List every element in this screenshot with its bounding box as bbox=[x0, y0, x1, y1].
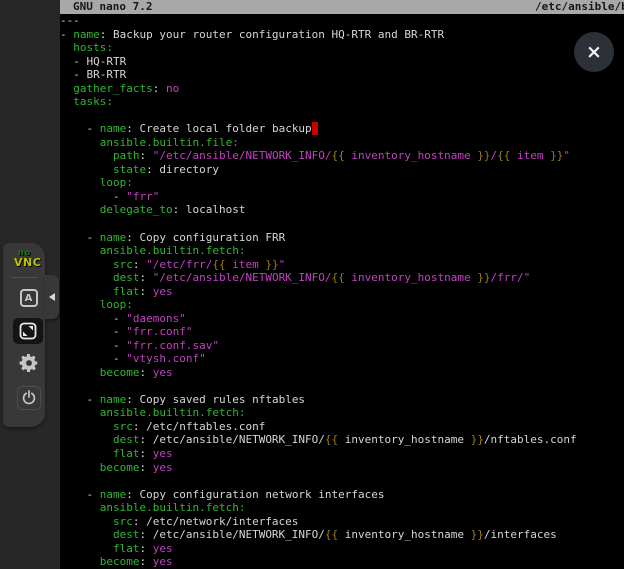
code-line: ansible.builtin.fetch: bbox=[60, 244, 624, 258]
code-line: become: yes bbox=[60, 366, 624, 380]
gear-icon bbox=[18, 352, 40, 374]
code-line: dest: /etc/ansible/NETWORK_INFO/{{ inven… bbox=[60, 433, 624, 447]
novnc-page: { "window": { "app_title": "GNU nano 7.2… bbox=[0, 0, 624, 569]
code-line: - BR-RTR bbox=[60, 68, 624, 82]
editor-content[interactable]: ---- name: Backup your router configurat… bbox=[60, 14, 624, 569]
code-line: - HQ-RTR bbox=[60, 55, 624, 69]
code-line: tasks: bbox=[60, 95, 624, 109]
code-line: - name: Copy saved rules nftables bbox=[60, 393, 624, 407]
code-line: ansible.builtin.file: bbox=[60, 136, 624, 150]
code-line: - name: Copy configuration network inter… bbox=[60, 488, 624, 502]
keyboard-key-icon: A bbox=[20, 289, 38, 307]
code-line: delegate_to: localhost bbox=[60, 203, 624, 217]
code-line: ansible.builtin.fetch: bbox=[60, 501, 624, 515]
code-line bbox=[60, 109, 624, 123]
power-button-frame bbox=[17, 386, 41, 410]
nano-app-title: GNU nano 7.2 bbox=[73, 0, 152, 14]
code-line: - name: Copy configuration FRR bbox=[60, 231, 624, 245]
code-line: become: yes bbox=[60, 555, 624, 569]
novnc-logo: no VNC bbox=[14, 249, 41, 268]
code-line: - name: Create local folder backup bbox=[60, 122, 624, 136]
code-line: - name: Backup your router configuration… bbox=[60, 28, 624, 42]
code-line: hosts: bbox=[60, 41, 624, 55]
code-line: src: /etc/network/interfaces bbox=[60, 515, 624, 529]
fullscreen-button[interactable] bbox=[13, 318, 43, 344]
code-line: dest: "/etc/ansible/NETWORK_INFO/{{ inve… bbox=[60, 271, 624, 285]
close-button[interactable]: × bbox=[574, 32, 614, 72]
logo-separator bbox=[11, 277, 38, 278]
code-line: flat: yes bbox=[60, 285, 624, 299]
code-line: - "frr.conf" bbox=[60, 325, 624, 339]
disconnect-button[interactable] bbox=[15, 385, 42, 411]
code-line: src: /etc/nftables.conf bbox=[60, 420, 624, 434]
nano-titlebar: GNU nano 7.2 /etc/ansible/ba bbox=[60, 0, 624, 14]
code-line bbox=[60, 474, 624, 488]
code-line: loop: bbox=[60, 298, 624, 312]
code-line: gather_facts: no bbox=[60, 82, 624, 96]
code-line: - "frr.conf.sav" bbox=[60, 339, 624, 353]
novnc-control-bar: no VNC A bbox=[3, 243, 45, 427]
close-icon: × bbox=[586, 43, 602, 62]
code-line: state: directory bbox=[60, 163, 624, 177]
control-bar-handle[interactable] bbox=[44, 275, 59, 319]
code-line: path: "/etc/ansible/NETWORK_INFO/{{ inve… bbox=[60, 149, 624, 163]
nano-file-path: /etc/ansible/ba bbox=[535, 0, 624, 14]
power-icon bbox=[21, 390, 37, 406]
settings-button[interactable] bbox=[15, 350, 42, 376]
code-line: - "daemons" bbox=[60, 312, 624, 326]
code-line bbox=[60, 379, 624, 393]
code-line: become: yes bbox=[60, 461, 624, 475]
code-line: dest: /etc/ansible/NETWORK_INFO/{{ inven… bbox=[60, 528, 624, 542]
code-line: flat: yes bbox=[60, 447, 624, 461]
text-cursor bbox=[312, 122, 319, 135]
code-line: ansible.builtin.fetch: bbox=[60, 406, 624, 420]
code-line: - "vtysh.conf" bbox=[60, 352, 624, 366]
code-line: src: "/etc/frr/{{ item }}" bbox=[60, 258, 624, 272]
fullscreen-icon bbox=[19, 322, 37, 340]
code-line: loop: bbox=[60, 176, 624, 190]
code-line: flat: yes bbox=[60, 542, 624, 556]
novnc-logo-vnc: VNC bbox=[14, 257, 41, 268]
extra-keys-button[interactable]: A bbox=[15, 285, 42, 311]
terminal-screen: GNU nano 7.2 /etc/ansible/ba ---- name: … bbox=[60, 0, 624, 569]
code-line: --- bbox=[60, 14, 624, 28]
code-line: - "frr" bbox=[60, 190, 624, 204]
collapse-arrow-icon bbox=[49, 293, 55, 301]
code-line bbox=[60, 217, 624, 231]
